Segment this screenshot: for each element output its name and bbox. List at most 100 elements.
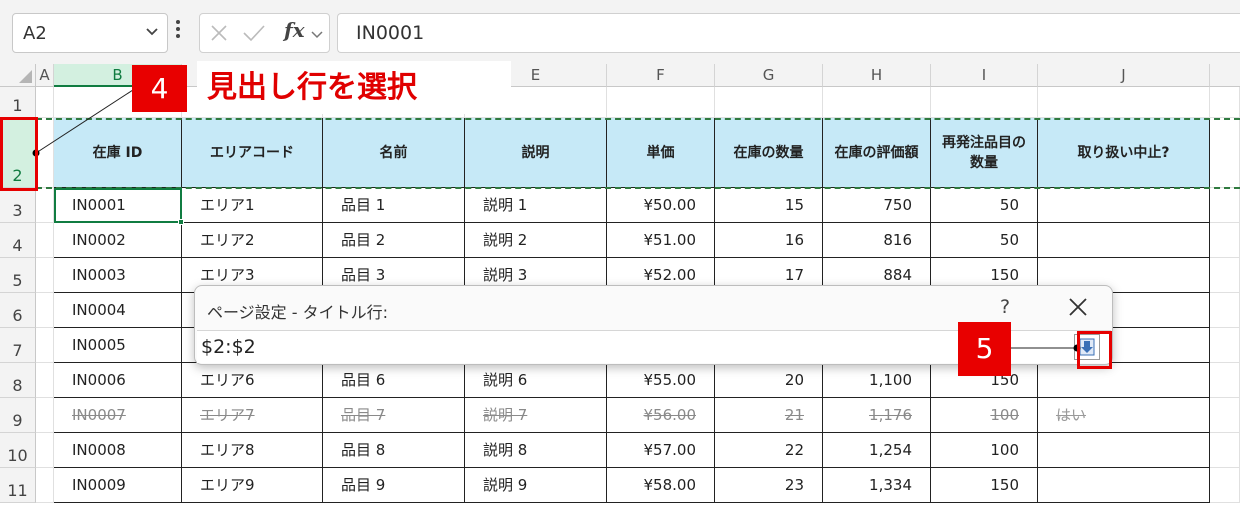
row-header[interactable]: 1 bbox=[0, 87, 36, 118]
table-cell[interactable] bbox=[1038, 363, 1210, 398]
table-cell[interactable]: 1,176 bbox=[823, 398, 931, 433]
table-cell[interactable]: 品目 9 bbox=[323, 468, 465, 503]
table-cell[interactable] bbox=[1210, 87, 1240, 118]
table-cell[interactable] bbox=[36, 258, 54, 293]
row-header[interactable]: 11 bbox=[0, 468, 36, 503]
help-button[interactable]: ? bbox=[1000, 296, 1010, 318]
table-cell[interactable]: IN0009 bbox=[54, 468, 182, 503]
row-header[interactable]: 10 bbox=[0, 433, 36, 468]
table-cell[interactable]: 説明 8 bbox=[465, 433, 607, 468]
column-header-h[interactable]: H bbox=[823, 64, 931, 87]
fill-handle[interactable] bbox=[178, 219, 184, 225]
close-icon[interactable] bbox=[1067, 296, 1089, 322]
table-cell[interactable] bbox=[1210, 223, 1240, 258]
header-cell[interactable]: 取り扱い中止? bbox=[1038, 118, 1210, 188]
table-cell[interactable]: ¥57.00 bbox=[607, 433, 715, 468]
table-cell[interactable]: 816 bbox=[823, 223, 931, 258]
table-cell[interactable]: 16 bbox=[715, 223, 823, 258]
table-cell[interactable] bbox=[1210, 328, 1240, 363]
table-cell[interactable]: 750 bbox=[823, 188, 931, 223]
header-cell[interactable]: 単価 bbox=[607, 118, 715, 188]
column-header-i[interactable]: I bbox=[931, 64, 1038, 87]
table-cell[interactable] bbox=[36, 328, 54, 363]
table-cell[interactable]: エリア1 bbox=[182, 188, 323, 223]
table-cell[interactable] bbox=[36, 398, 54, 433]
column-header-g[interactable]: G bbox=[715, 64, 823, 87]
table-cell[interactable]: 150 bbox=[931, 468, 1038, 503]
table-cell[interactable]: 50 bbox=[931, 223, 1038, 258]
table-cell[interactable] bbox=[36, 223, 54, 258]
row-header[interactable]: 6 bbox=[0, 293, 36, 328]
table-cell[interactable]: 100 bbox=[931, 398, 1038, 433]
table-cell[interactable] bbox=[36, 468, 54, 503]
cancel-icon[interactable] bbox=[209, 22, 229, 48]
table-cell[interactable] bbox=[1038, 223, 1210, 258]
table-cell[interactable] bbox=[1210, 118, 1240, 188]
table-cell[interactable] bbox=[36, 188, 54, 223]
table-cell[interactable] bbox=[1038, 468, 1210, 503]
table-cell[interactable]: エリア9 bbox=[182, 468, 323, 503]
header-cell[interactable]: 名前 bbox=[323, 118, 465, 188]
table-cell[interactable]: 1,254 bbox=[823, 433, 931, 468]
table-cell[interactable] bbox=[1210, 188, 1240, 223]
header-cell[interactable]: 在庫の評価額 bbox=[823, 118, 931, 188]
table-cell[interactable]: 品目 8 bbox=[323, 433, 465, 468]
header-cell[interactable]: 説明 bbox=[465, 118, 607, 188]
table-cell[interactable]: 100 bbox=[931, 433, 1038, 468]
table-cell[interactable] bbox=[1210, 363, 1240, 398]
table-cell[interactable] bbox=[36, 293, 54, 328]
table-cell[interactable]: 23 bbox=[715, 468, 823, 503]
table-cell[interactable] bbox=[1210, 258, 1240, 293]
table-cell[interactable] bbox=[1210, 398, 1240, 433]
table-cell[interactable]: 説明 9 bbox=[465, 468, 607, 503]
enter-check-icon[interactable] bbox=[242, 22, 266, 48]
table-cell[interactable]: エリア6 bbox=[182, 363, 323, 398]
table-cell[interactable] bbox=[715, 87, 823, 118]
table-cell[interactable]: はい bbox=[1038, 398, 1210, 433]
formula-input[interactable]: IN0001 bbox=[337, 13, 1240, 53]
row-header[interactable]: 9 bbox=[0, 398, 36, 433]
table-cell[interactable]: エリア7 bbox=[182, 398, 323, 433]
row-header[interactable]: 4 bbox=[0, 223, 36, 258]
table-cell[interactable] bbox=[1210, 468, 1240, 503]
table-cell[interactable]: エリア2 bbox=[182, 223, 323, 258]
table-cell[interactable]: IN0007 bbox=[54, 398, 182, 433]
table-cell[interactable] bbox=[931, 87, 1038, 118]
table-cell[interactable]: 品目 7 bbox=[323, 398, 465, 433]
table-cell[interactable]: エリア8 bbox=[182, 433, 323, 468]
table-cell[interactable]: IN0006 bbox=[54, 363, 182, 398]
table-cell[interactable]: 20 bbox=[715, 363, 823, 398]
table-cell[interactable]: 品目 6 bbox=[323, 363, 465, 398]
row-header[interactable]: 7 bbox=[0, 328, 36, 363]
table-cell[interactable] bbox=[1038, 87, 1210, 118]
table-cell[interactable]: 50 bbox=[931, 188, 1038, 223]
more-options-icon[interactable] bbox=[175, 18, 181, 44]
table-cell[interactable]: 説明 7 bbox=[465, 398, 607, 433]
column-header-a[interactable]: A bbox=[36, 64, 54, 87]
name-box[interactable]: A2 bbox=[12, 13, 168, 53]
select-all-button[interactable] bbox=[0, 64, 36, 87]
table-cell[interactable]: 15 bbox=[715, 188, 823, 223]
table-cell[interactable]: 品目 1 bbox=[323, 188, 465, 223]
table-cell[interactable] bbox=[36, 433, 54, 468]
table-cell[interactable]: 1,100 bbox=[823, 363, 931, 398]
table-cell[interactable]: ¥55.00 bbox=[607, 363, 715, 398]
table-cell[interactable]: 21 bbox=[715, 398, 823, 433]
table-cell[interactable] bbox=[1038, 188, 1210, 223]
header-cell[interactable]: 在庫 ID bbox=[54, 118, 182, 188]
column-header-f[interactable]: F bbox=[607, 64, 715, 87]
table-cell[interactable]: IN0002 bbox=[54, 223, 182, 258]
header-cell[interactable]: エリアコード bbox=[182, 118, 323, 188]
column-header-j[interactable]: J bbox=[1038, 64, 1210, 87]
column-header-k[interactable] bbox=[1210, 64, 1240, 87]
table-cell[interactable]: 22 bbox=[715, 433, 823, 468]
row-header[interactable]: 8 bbox=[0, 363, 36, 398]
table-cell[interactable]: IN0005 bbox=[54, 328, 182, 363]
chevron-down-icon[interactable] bbox=[145, 24, 159, 44]
table-cell[interactable]: 説明 6 bbox=[465, 363, 607, 398]
table-cell[interactable] bbox=[1038, 433, 1210, 468]
table-cell[interactable]: IN0004 bbox=[54, 293, 182, 328]
table-cell[interactable] bbox=[607, 87, 715, 118]
chevron-down-icon[interactable] bbox=[310, 26, 324, 45]
table-cell[interactable]: ¥56.00 bbox=[607, 398, 715, 433]
